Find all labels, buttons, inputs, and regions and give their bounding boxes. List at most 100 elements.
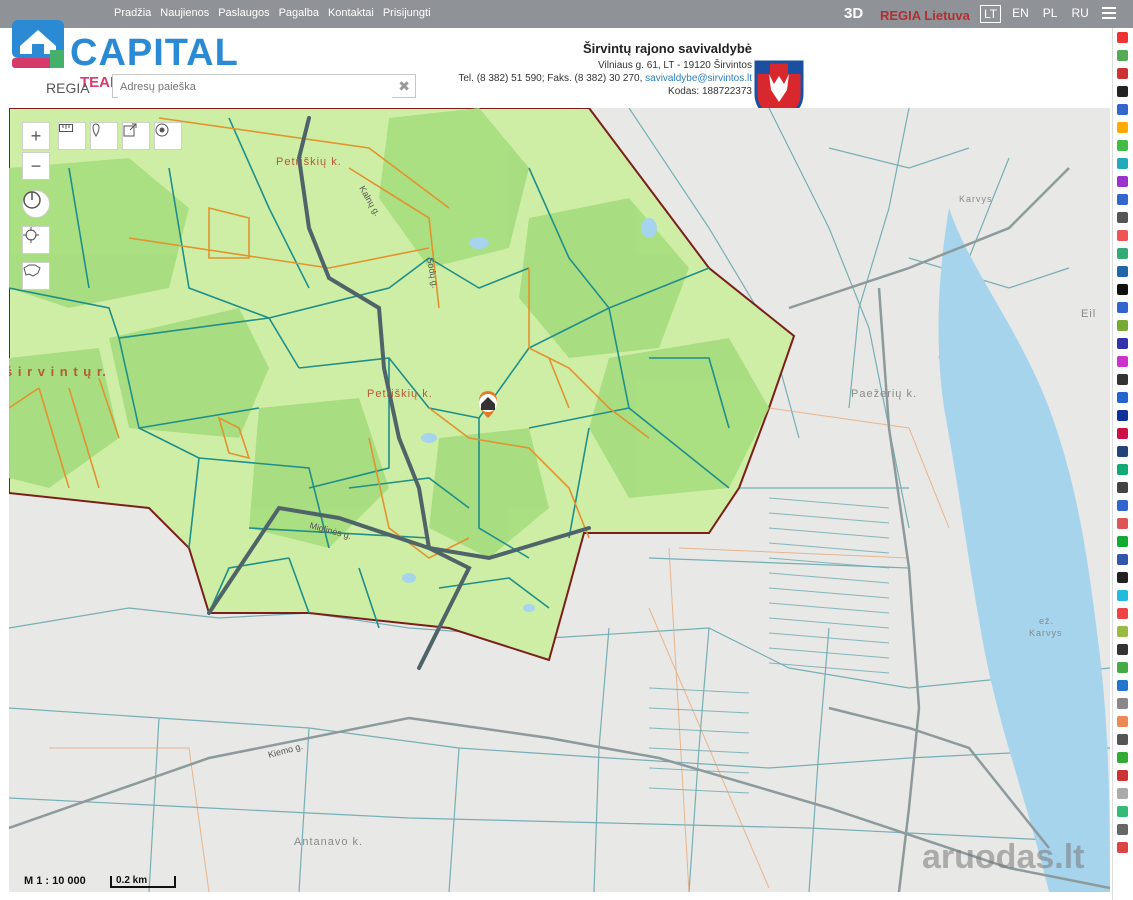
map-scale-bar: 0.2 km xyxy=(110,876,176,888)
extension-icon[interactable] xyxy=(1117,230,1128,241)
extension-icon[interactable] xyxy=(1117,464,1128,475)
extension-icon[interactable] xyxy=(1117,518,1128,529)
target-icon xyxy=(155,123,169,137)
aruodas-watermark: aruodas.lt xyxy=(922,838,1085,876)
extension-icon[interactable] xyxy=(1117,734,1128,745)
place-label-sirvintu: š i r v i n t ų r. xyxy=(9,364,107,379)
zoom-in-button[interactable]: + xyxy=(22,122,50,150)
extension-icon[interactable] xyxy=(1117,356,1128,367)
extension-icon[interactable] xyxy=(1117,284,1128,295)
share-icon xyxy=(123,123,137,137)
extension-icon[interactable] xyxy=(1117,482,1128,493)
extension-icon[interactable] xyxy=(1117,266,1128,277)
lake-label-ez: ež. xyxy=(1039,616,1055,626)
extension-icon[interactable] xyxy=(1117,122,1128,133)
place-label-karvys: Karvys xyxy=(959,194,993,204)
municipality-code: Kodas: 188722373 xyxy=(668,86,752,97)
extension-icon[interactable] xyxy=(1117,248,1128,259)
clear-search-icon[interactable]: ✖ xyxy=(398,78,410,95)
extension-icon[interactable] xyxy=(1117,302,1128,313)
lithuania-extent-button[interactable] xyxy=(22,262,50,290)
address-search: ✖ xyxy=(112,74,416,98)
country-outline-icon xyxy=(23,264,41,277)
nav-home[interactable]: Pradžia xyxy=(114,7,151,19)
municipality-title: Širvintų rajono savivaldybė xyxy=(582,41,752,56)
extension-icon[interactable] xyxy=(1117,500,1128,511)
extension-icon[interactable] xyxy=(1117,392,1128,403)
extension-icon[interactable] xyxy=(1117,608,1128,619)
extension-icon[interactable] xyxy=(1117,212,1128,223)
extension-icon[interactable] xyxy=(1117,806,1128,817)
measure-button[interactable] xyxy=(58,122,86,150)
municipality-address: Vilniaus g. 61, LT - 19120 Širvintos xyxy=(598,60,752,71)
extension-icon[interactable] xyxy=(1117,338,1128,349)
lang-lt[interactable]: LT xyxy=(980,5,1002,23)
language-switcher: LT EN PL RU xyxy=(980,5,1092,23)
extension-icon[interactable] xyxy=(1117,32,1128,43)
extension-icon[interactable] xyxy=(1117,824,1128,835)
extension-icon[interactable] xyxy=(1117,698,1128,709)
extension-icon[interactable] xyxy=(1117,536,1128,547)
regia-label: REGIA xyxy=(46,80,90,96)
lang-en[interactable]: EN xyxy=(1009,5,1032,23)
place-label-eil: Eil xyxy=(1081,308,1097,320)
regia-lietuva-link[interactable]: REGIA Lietuva xyxy=(880,8,970,23)
locate-button[interactable] xyxy=(154,122,182,150)
nav-contacts[interactable]: Kontaktai xyxy=(328,7,374,19)
3d-button[interactable]: 3D xyxy=(844,5,863,22)
extension-icon[interactable] xyxy=(1117,770,1128,781)
extension-icon[interactable] xyxy=(1117,680,1128,691)
extension-icon[interactable] xyxy=(1117,626,1128,637)
lang-pl[interactable]: PL xyxy=(1040,5,1061,23)
extension-icon[interactable] xyxy=(1117,140,1128,151)
nav-login[interactable]: Prisijungti xyxy=(383,7,431,19)
nav-help[interactable]: Pagalba xyxy=(279,7,319,19)
extension-icon[interactable] xyxy=(1117,176,1128,187)
extension-icon[interactable] xyxy=(1117,194,1128,205)
extension-icon[interactable] xyxy=(1117,788,1128,799)
zoom-out-button[interactable]: − xyxy=(22,152,50,180)
lang-ru[interactable]: RU xyxy=(1068,5,1091,23)
extension-icon[interactable] xyxy=(1117,410,1128,421)
municipality-contacts: Tel. (8 382) 51 590; Faks. (8 382) 30 27… xyxy=(458,72,752,85)
extension-icon[interactable] xyxy=(1117,842,1128,853)
gps-button[interactable] xyxy=(22,226,50,254)
compass-icon xyxy=(23,191,41,209)
extension-icon[interactable] xyxy=(1117,752,1128,763)
nav-services[interactable]: Paslaugos xyxy=(218,7,269,19)
extension-icon[interactable] xyxy=(1117,86,1128,97)
place-label-petriskiu: Petriškių k. xyxy=(367,388,433,400)
extension-icon[interactable] xyxy=(1117,554,1128,565)
lake-label-karvys: Karvys xyxy=(1029,628,1063,638)
extension-icon[interactable] xyxy=(1117,428,1128,439)
top-bar: Pradžia Naujienos Paslaugos Pagalba Kont… xyxy=(0,0,1133,28)
extension-icon[interactable] xyxy=(1117,50,1128,61)
top-nav: Pradžia Naujienos Paslaugos Pagalba Kont… xyxy=(114,7,431,19)
header: CAPITAL TEAM REGIA ✖ Širvintų rajono sav… xyxy=(0,20,1133,120)
extension-icon[interactable] xyxy=(1117,68,1128,79)
extension-icon[interactable] xyxy=(1117,104,1128,115)
extension-icon[interactable] xyxy=(1117,446,1128,457)
municipality-email-link[interactable]: savivaldybe@sirvintos.lt xyxy=(645,73,752,84)
extension-icon[interactable] xyxy=(1117,374,1128,385)
ruler-icon xyxy=(59,124,73,132)
compass-button[interactable] xyxy=(22,190,50,218)
extension-icon[interactable] xyxy=(1117,662,1128,673)
extension-icon[interactable] xyxy=(1117,644,1128,655)
municipality-phone: Tel. (8 382) 51 590; Faks. (8 382) 30 27… xyxy=(458,73,643,84)
nav-news[interactable]: Naujienos xyxy=(160,7,209,19)
house-logo-icon xyxy=(12,20,64,68)
extension-icon[interactable] xyxy=(1117,590,1128,601)
pin-button[interactable] xyxy=(90,122,118,150)
browser-extensions-strip xyxy=(1112,28,1133,900)
address-search-input[interactable] xyxy=(118,76,392,98)
extension-icon[interactable] xyxy=(1117,320,1128,331)
extension-icon[interactable] xyxy=(1117,716,1128,727)
place-label-paezeriu: Paežerių k. xyxy=(851,388,918,400)
crosshair-icon xyxy=(23,227,39,243)
menu-icon[interactable] xyxy=(1102,4,1116,22)
map-canvas[interactable]: Kalnų g. Sodų g. Miglinės g. Kiemo g. Pe… xyxy=(9,108,1110,892)
extension-icon[interactable] xyxy=(1117,158,1128,169)
share-button[interactable] xyxy=(122,122,150,150)
extension-icon[interactable] xyxy=(1117,572,1128,583)
